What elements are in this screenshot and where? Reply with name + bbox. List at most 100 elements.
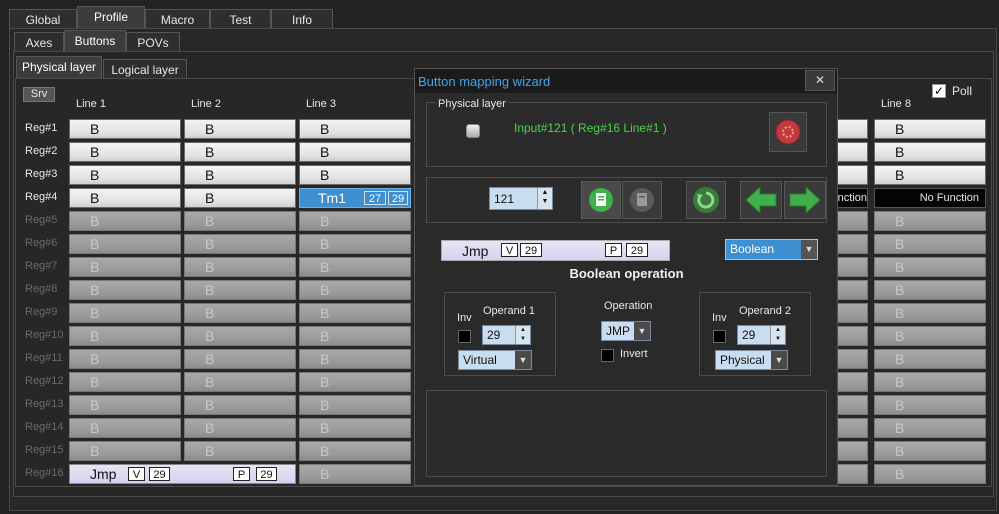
record-button[interactable] xyxy=(769,112,807,152)
grid-cell[interactable]: B xyxy=(69,165,181,185)
column-header-line-8: Line 8 xyxy=(881,98,911,110)
operand-2-arrows[interactable]: ▲ ▼ xyxy=(770,326,785,344)
grid-cell[interactable]: B xyxy=(69,372,181,392)
tab-global[interactable]: Global xyxy=(9,9,77,29)
grid-cell[interactable]: B xyxy=(184,303,296,323)
grid-cell[interactable]: B xyxy=(299,441,411,461)
grid-cell[interactable]: B xyxy=(69,395,181,415)
grid-cell[interactable]: B xyxy=(299,349,411,369)
grid-cell[interactable]: B xyxy=(874,142,986,162)
grid-cell[interactable]: B xyxy=(299,119,411,139)
grid-cell[interactable]: B xyxy=(874,418,986,438)
grid-cell-jmp[interactable]: Jmp V 29 P 29 xyxy=(69,464,296,484)
grid-cell[interactable]: B xyxy=(69,326,181,346)
grid-cell[interactable]: B xyxy=(874,119,986,139)
tab-logical-layer[interactable]: Logical layer xyxy=(103,59,187,79)
grid-cell[interactable]: B xyxy=(874,257,986,277)
grid-cell[interactable]: B xyxy=(184,257,296,277)
srv-button[interactable]: Srv xyxy=(23,87,55,102)
grid-cell[interactable]: B xyxy=(299,395,411,415)
operation-select[interactable]: JMP ▼ xyxy=(601,321,651,341)
grid-cell[interactable]: B xyxy=(874,280,986,300)
grid-cell[interactable]: B xyxy=(299,280,411,300)
close-icon[interactable]: ✕ xyxy=(805,70,835,91)
grid-cell[interactable]: B xyxy=(184,349,296,369)
poll-checkbox[interactable]: ✓ xyxy=(932,84,946,98)
grid-cell[interactable]: B xyxy=(184,211,296,231)
grid-cell[interactable]: B xyxy=(69,142,181,162)
refresh-icon xyxy=(693,187,719,213)
grid-cell-tm1[interactable]: Tm1 27 29 xyxy=(299,188,411,208)
grid-cell[interactable]: B xyxy=(299,257,411,277)
dialog-title: Button mapping wizard xyxy=(418,74,551,89)
grid-cell[interactable]: B xyxy=(874,395,986,415)
grid-cell[interactable]: B xyxy=(874,165,986,185)
grid-cell[interactable]: B xyxy=(69,303,181,323)
operand-2-source-select[interactable]: Physical ▼ xyxy=(715,350,788,370)
input-number-spinner[interactable]: 121 ▲ ▼ xyxy=(489,187,553,210)
grid-cell[interactable]: B xyxy=(69,234,181,254)
grid-cell[interactable]: B xyxy=(874,326,986,346)
grid-cell[interactable]: B xyxy=(184,280,296,300)
grid-cell[interactable]: B xyxy=(299,372,411,392)
grid-cell[interactable]: B xyxy=(299,211,411,231)
grid-cell[interactable]: B xyxy=(69,441,181,461)
operand-1-spinner[interactable]: 29 ▲ ▼ xyxy=(482,325,531,345)
grid-cell[interactable]: B xyxy=(184,395,296,415)
grid-cell[interactable]: B xyxy=(184,165,296,185)
grid-cell[interactable]: B xyxy=(69,418,181,438)
tab-macro[interactable]: Macro xyxy=(145,9,210,29)
grid-cell[interactable]: B xyxy=(184,188,296,208)
grid-cell[interactable]: B xyxy=(299,142,411,162)
grid-cell[interactable]: B xyxy=(299,165,411,185)
spinner-arrows[interactable]: ▲ ▼ xyxy=(537,188,552,209)
grid-cell[interactable]: B xyxy=(69,211,181,231)
operand-1-source-select[interactable]: Virtual ▼ xyxy=(458,350,532,370)
refresh-button[interactable] xyxy=(686,181,726,219)
next-button[interactable] xyxy=(784,181,826,219)
tab-profile[interactable]: Profile xyxy=(77,6,145,29)
chevron-down-icon: ▼ xyxy=(634,322,650,340)
grid-cell[interactable]: B xyxy=(69,280,181,300)
tab-test[interactable]: Test xyxy=(210,9,271,29)
grid-cell[interactable]: B xyxy=(299,234,411,254)
prev-button[interactable] xyxy=(740,181,782,219)
operand-1-arrows[interactable]: ▲ ▼ xyxy=(515,326,530,344)
grid-cell[interactable]: B xyxy=(69,188,181,208)
physical-layer-section: Physical layer Input#121 ( Reg#16 Line#1… xyxy=(426,98,827,167)
grid-cell[interactable]: B xyxy=(874,464,986,484)
grid-cell[interactable]: B xyxy=(874,441,986,461)
tab-axes[interactable]: Axes xyxy=(14,32,64,52)
grid-cell[interactable]: B xyxy=(874,372,986,392)
grid-cell[interactable]: B xyxy=(299,464,411,484)
grid-cell[interactable]: B xyxy=(874,303,986,323)
tab-buttons[interactable]: Buttons xyxy=(64,30,126,53)
grid-cell[interactable]: B xyxy=(299,418,411,438)
grid-cell[interactable]: B xyxy=(299,303,411,323)
grid-cell[interactable]: B xyxy=(69,349,181,369)
grid-cell[interactable]: B xyxy=(184,234,296,254)
tab-info[interactable]: Info xyxy=(271,9,333,29)
grid-cell[interactable]: B xyxy=(299,326,411,346)
tab-povs[interactable]: POVs xyxy=(126,32,180,52)
invert-checkbox[interactable] xyxy=(601,349,614,362)
grid-cell[interactable]: B xyxy=(874,234,986,254)
grid-cell[interactable]: B xyxy=(184,441,296,461)
grid-cell[interactable]: B xyxy=(69,257,181,277)
tab-physical-layer[interactable]: Physical layer xyxy=(16,56,102,79)
copy-button[interactable] xyxy=(581,181,621,219)
inv-2-checkbox[interactable] xyxy=(713,330,726,343)
grid-cell-no-function[interactable]: No Function xyxy=(874,188,986,208)
grid-cell[interactable]: B xyxy=(184,119,296,139)
grid-cell[interactable]: B xyxy=(184,372,296,392)
mode-select[interactable]: Boolean ▼ xyxy=(725,239,818,260)
grid-cell[interactable]: B xyxy=(184,142,296,162)
grid-cell[interactable]: B xyxy=(874,211,986,231)
grid-cell[interactable]: B xyxy=(184,326,296,346)
operand-2-spinner[interactable]: 29 ▲ ▼ xyxy=(737,325,786,345)
inv-1-checkbox[interactable] xyxy=(458,330,471,343)
grid-cell[interactable]: B xyxy=(69,119,181,139)
grid-cell[interactable]: B xyxy=(874,349,986,369)
grid-cell[interactable]: B xyxy=(184,418,296,438)
paste-button[interactable] xyxy=(622,181,662,219)
